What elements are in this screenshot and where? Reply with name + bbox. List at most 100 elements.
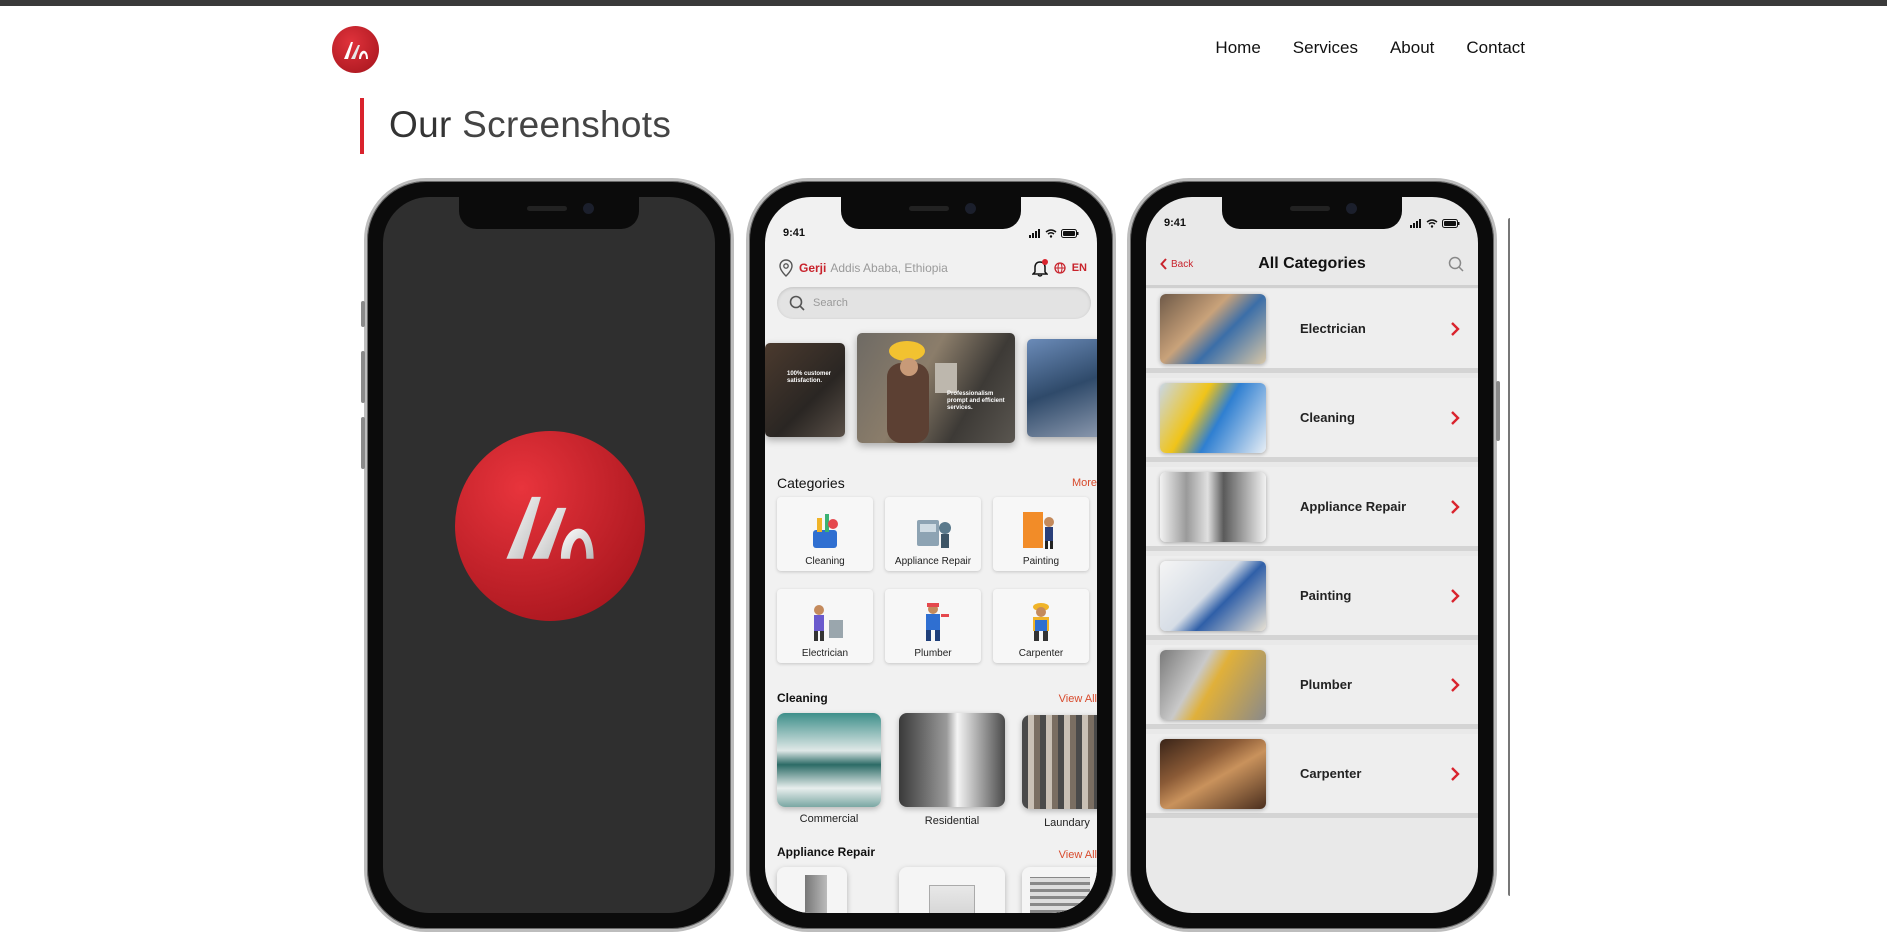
header-actions: EN [1031,259,1087,277]
promo-carousel[interactable]: 100% customer satisfaction. Professional… [765,333,1097,453]
category-row-carpenter[interactable]: Carpenter [1146,734,1478,818]
category-row-painting[interactable]: Painting [1146,556,1478,640]
chevron-right-icon [1451,766,1460,781]
category-card-plumber[interactable]: Plumber [885,589,981,663]
page-title: Our Screenshots [389,104,671,146]
home-screen: 9:41 Gerji Addis Ababa, Ethiopia EN Sear… [765,197,1097,913]
cleaning-card-label: Commercial [799,813,859,825]
banner-caption: Professionalism prompt and efficient ser… [947,391,1005,412]
category-name: Painting [1300,588,1352,603]
search-icon[interactable] [1448,256,1464,272]
bell-icon[interactable] [1031,259,1048,277]
signal-icon [1410,218,1421,228]
category-card-carpenter[interactable]: Carpenter [993,589,1089,663]
location-pin-icon [779,259,793,277]
category-card-cleaning[interactable]: Cleaning [777,497,873,571]
title-strong: Our [389,104,452,145]
category-label: Electrician [801,648,849,659]
phone-notch [841,197,1021,229]
location-name: Gerji [799,261,827,275]
splash-logo [455,431,645,621]
promo-banner[interactable]: 100% customer satisfaction. [765,343,845,437]
status-icons [1029,227,1079,239]
search-input[interactable]: Search [777,287,1091,319]
phone-splash [361,178,734,932]
category-name: Appliance Repair [1300,499,1407,514]
plumber-illustration-icon [926,603,949,641]
appliance-card[interactable] [899,867,1005,913]
appliance-card[interactable] [777,867,847,913]
phone-notch [459,197,639,229]
logo-mark-icon [343,41,368,59]
category-row-appliance-repair[interactable]: Appliance Repair [1146,467,1478,551]
cleaning-section-title: Cleaning [777,691,828,705]
status-icons [1410,217,1460,229]
splash-screen [383,197,715,913]
painting-illustration-icon [1023,512,1054,549]
promo-banner[interactable] [1027,339,1097,437]
carpenter-illustration-icon [1033,603,1049,641]
nav-services[interactable]: Services [1293,38,1358,58]
nav-contact[interactable]: Contact [1466,38,1525,58]
globe-icon[interactable] [1054,262,1066,274]
location-row[interactable]: Gerji Addis Ababa, Ethiopia EN [779,259,1087,277]
brand-logo[interactable] [332,26,379,73]
categories-title: Categories [777,475,845,491]
cleaning-card-residential[interactable] [899,713,1005,807]
all-categories-screen: 9:41 Back All Categories Electrician Cle… [1146,197,1478,913]
category-card-painting[interactable]: Painting [993,497,1089,571]
signal-icon [1029,228,1040,238]
heading-accent-bar [360,98,364,154]
appliance-section-title: Appliance Repair [777,845,876,859]
category-label: Carpenter [1018,648,1064,659]
screen-title: All Categories [1258,255,1366,272]
worker-photo [887,341,957,443]
category-card-electrician[interactable]: Electrician [777,589,873,663]
category-row-electrician[interactable]: Electrician [1146,289,1478,373]
cleaning-card-label: Residential [924,815,980,827]
category-thumbnail [1160,293,1266,364]
banner-caption: 100% customer satisfaction. [787,371,832,385]
category-card-appliance-repair[interactable]: Appliance Repair [885,497,981,571]
category-row-plumber[interactable]: Plumber [1146,645,1478,729]
category-label: Cleaning [805,556,845,567]
categories-header: Back All Categories [1160,249,1464,279]
back-button[interactable]: Back [1160,258,1193,270]
nav-about[interactable]: About [1390,38,1434,58]
chevron-right-icon [1451,321,1460,336]
promo-banner-featured[interactable]: Professionalism prompt and efficient ser… [857,333,1015,443]
category-name: Cleaning [1300,410,1355,425]
back-label: Back [1171,258,1194,270]
appliance-view-all-link[interactable]: View All [1059,849,1097,861]
side-button [1496,381,1500,441]
cleaning-view-all-link[interactable]: View All [1059,693,1097,705]
top-bar [0,0,1887,6]
main-nav: Home Services About Contact [1215,38,1525,58]
title-rest: Screenshots [451,104,672,145]
category-name: Carpenter [1300,766,1362,781]
nav-home[interactable]: Home [1215,38,1260,58]
battery-icon [1442,218,1460,228]
chevron-right-icon [1451,677,1460,692]
wifi-icon [1426,218,1438,228]
header-divider [1146,285,1478,288]
cleaning-card-laundary[interactable] [1022,715,1097,809]
appliance-card[interactable] [1022,867,1097,913]
language-toggle[interactable]: EN [1072,262,1087,274]
category-name: Plumber [1300,677,1353,692]
phone-notch [1222,197,1402,229]
categories-more-link[interactable]: More [1072,477,1097,489]
cleaning-illustration-icon [813,514,838,548]
search-placeholder: Search [813,297,848,309]
category-thumbnail [1160,560,1266,631]
side-button [361,351,365,403]
category-row-cleaning[interactable]: Cleaning [1146,378,1478,462]
status-time: 9:41 [783,227,806,239]
side-button [361,301,365,327]
chevron-right-icon [1451,499,1460,514]
chevron-right-icon [1451,588,1460,603]
category-thumbnail [1160,382,1266,453]
logo-mark-icon [506,496,594,559]
cleaning-card-commercial[interactable] [777,713,881,807]
status-time: 9:41 [1164,217,1187,229]
